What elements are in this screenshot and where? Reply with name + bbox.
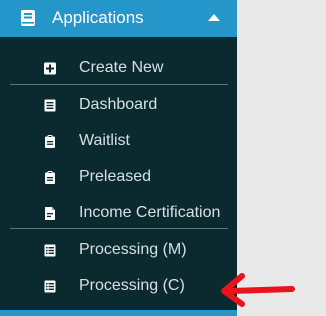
plus-square-icon [44, 62, 56, 75]
divider [10, 84, 228, 85]
book-icon [21, 10, 35, 26]
menu-item-dashboard[interactable]: Dashboard [0, 88, 237, 122]
menu-item-label: Processing (M) [79, 241, 187, 258]
list-icon [44, 280, 56, 293]
menu-item-processing-m[interactable]: Processing (M) [0, 233, 237, 267]
file-icon [45, 207, 55, 220]
menu-item-income-certification[interactable]: Income Certification [0, 196, 237, 230]
red-arrow-annotation [221, 273, 295, 307]
clipboard-icon [45, 135, 55, 148]
menu-item-waitlist[interactable]: Waitlist [0, 124, 237, 158]
sidebar-bottom-bar [0, 310, 237, 316]
clipboard-icon [45, 171, 55, 184]
menu-item-label: Waitlist [79, 132, 130, 149]
list-icon [44, 244, 56, 257]
menu-item-label: Create New [79, 59, 164, 76]
menu-item-label: Dashboard [79, 96, 158, 113]
applications-header[interactable]: Applications [0, 0, 237, 37]
sidebar: Applications Create New Dashboard Waitli… [0, 0, 237, 316]
menu-item-label: Preleased [79, 168, 152, 185]
menu-item-create-new[interactable]: Create New [0, 51, 237, 85]
chevron-up-icon[interactable] [208, 14, 220, 22]
menu-item-preleased[interactable]: Preleased [0, 160, 237, 194]
applications-title: Applications [52, 8, 144, 27]
menu-item-processing-c[interactable]: Processing (C) [0, 269, 237, 303]
menu-item-label: Processing (C) [79, 277, 185, 294]
menu-item-label: Income Certification [79, 204, 221, 221]
divider [10, 228, 228, 229]
list-icon [44, 99, 56, 112]
